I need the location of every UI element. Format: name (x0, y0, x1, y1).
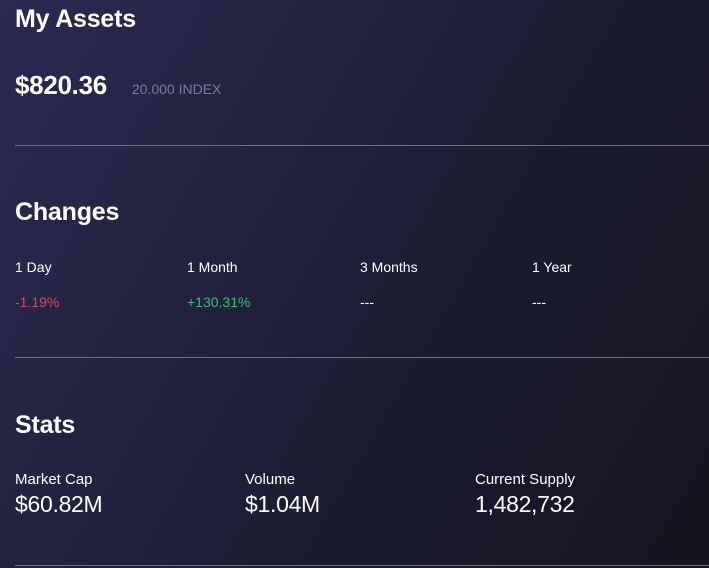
stat-value: 1,482,732 (475, 491, 575, 517)
asset-balance: $820.36 (15, 70, 107, 100)
divider (15, 565, 709, 566)
changes-title: Changes (15, 198, 120, 226)
change-1-year: 1 Year --- (532, 259, 702, 310)
changes-section: Changes 1 Day -1.19% 1 Month +130.31% 3 … (15, 198, 709, 311)
stat-current-supply: Current Supply 1,482,732 (475, 471, 695, 518)
change-label: 3 Months (360, 259, 418, 275)
change-1-month: 1 Month +130.31% (187, 259, 357, 310)
change-value: -1.19% (15, 294, 60, 310)
change-1-day: 1 Day -1.19% (15, 259, 185, 310)
stat-value: $1.04M (245, 491, 320, 517)
change-3-months: 3 Months --- (360, 259, 530, 310)
stat-value: $60.82M (15, 491, 103, 517)
change-value: +130.31% (187, 294, 251, 310)
stat-label: Market Cap (15, 471, 93, 488)
change-label: 1 Day (15, 259, 52, 275)
change-value: --- (532, 294, 546, 310)
asset-units: 20.000 INDEX (131, 81, 222, 97)
divider (15, 357, 709, 358)
stats-section: Stats Market Cap $60.82M Volume $1.04M C… (15, 411, 709, 518)
change-label: 1 Year (532, 259, 572, 275)
balance-row: $820.36 20.000 INDEX (15, 70, 221, 101)
assets-title: My Assets (15, 5, 136, 33)
stat-label: Current Supply (475, 471, 576, 488)
change-label: 1 Month (187, 259, 238, 275)
assets-section: My Assets $820.36 20.000 INDEX (15, 5, 709, 101)
stat-volume: Volume $1.04M (245, 471, 465, 518)
change-value: --- (360, 294, 374, 310)
stat-label: Volume (245, 471, 296, 488)
stats-title: Stats (15, 411, 76, 439)
divider (15, 145, 709, 146)
stat-market-cap: Market Cap $60.82M (15, 471, 235, 518)
